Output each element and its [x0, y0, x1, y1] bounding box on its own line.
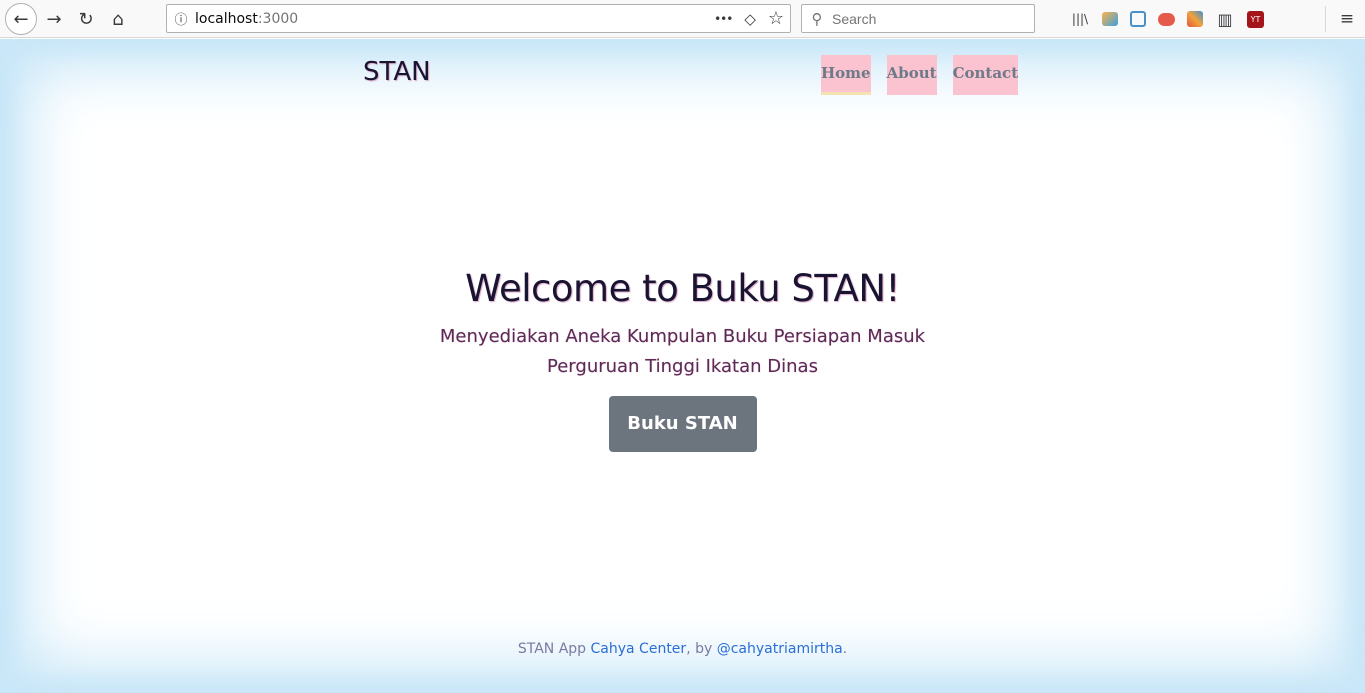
- footer-link-cahya-center[interactable]: Cahya Center: [591, 641, 687, 657]
- forward-button[interactable]: →: [40, 5, 68, 33]
- address-bar[interactable]: ⓘ localhost:3000 ••• ◇ ☆: [166, 4, 791, 33]
- extension-feather-icon[interactable]: [1102, 12, 1118, 26]
- nav-home[interactable]: Home: [821, 55, 871, 95]
- brand-logo[interactable]: STAN: [363, 57, 431, 87]
- extension-x-icon[interactable]: [1187, 11, 1203, 27]
- home-icon: ⌂: [112, 8, 124, 30]
- reload-button[interactable]: ↻: [72, 5, 100, 33]
- site-info-icon[interactable]: ⓘ: [167, 9, 195, 28]
- site-header: STAN Home About Contact: [0, 39, 1365, 119]
- hero-section: Welcome to Buku STAN! Menyediakan Aneka …: [0, 267, 1365, 452]
- nav-contact[interactable]: Contact: [952, 55, 1019, 95]
- reload-icon: ↻: [78, 8, 94, 30]
- url-port: :3000: [257, 10, 299, 27]
- search-icon: ⚲: [811, 9, 823, 28]
- url-host: localhost: [195, 10, 258, 27]
- footer-suffix: .: [842, 641, 848, 657]
- browser-toolbar: ← → ↻ ⌂ ⓘ localhost:3000 ••• ◇ ☆ ⚲ |||\ …: [0, 0, 1365, 38]
- site-nav: Home About Contact: [821, 55, 1019, 95]
- footer: STAN App Cahya Center, by @cahyatriamirt…: [0, 641, 1365, 657]
- hamburger-menu-icon[interactable]: ≡: [1336, 6, 1358, 32]
- nav-about[interactable]: About: [886, 55, 937, 95]
- bookmark-star-icon[interactable]: ☆: [768, 8, 784, 29]
- hero-title: Welcome to Buku STAN!: [465, 267, 900, 310]
- page-actions-icon[interactable]: •••: [714, 12, 733, 26]
- home-button[interactable]: ⌂: [104, 5, 132, 33]
- search-input[interactable]: [832, 10, 1022, 27]
- page-viewport: STAN Home About Contact Welcome to Buku …: [0, 39, 1365, 693]
- back-arrow-icon: ←: [13, 8, 29, 30]
- extension-ytf-icon[interactable]: YT: [1247, 10, 1264, 28]
- forward-arrow-icon: →: [46, 8, 62, 30]
- search-bar[interactable]: ⚲: [801, 4, 1035, 33]
- footer-link-author[interactable]: @cahyatriamirtha: [717, 641, 843, 657]
- back-button[interactable]: ←: [5, 3, 37, 35]
- footer-prefix: STAN App: [517, 641, 591, 657]
- hero-subtitle: Menyediakan Aneka Kumpulan Buku Persiapa…: [439, 326, 926, 377]
- extension-screenshot-icon[interactable]: [1130, 11, 1146, 27]
- library-icon[interactable]: |||\: [1070, 9, 1090, 29]
- pocket-icon[interactable]: ◇: [744, 10, 756, 28]
- extension-red-icon[interactable]: [1158, 12, 1175, 26]
- url-text[interactable]: localhost:3000: [195, 11, 714, 27]
- footer-middle: , by: [686, 641, 717, 657]
- toolbar-divider: [1325, 6, 1326, 32]
- sidebar-icon[interactable]: ▥: [1215, 9, 1235, 29]
- buku-stan-button[interactable]: Buku STAN: [608, 396, 757, 452]
